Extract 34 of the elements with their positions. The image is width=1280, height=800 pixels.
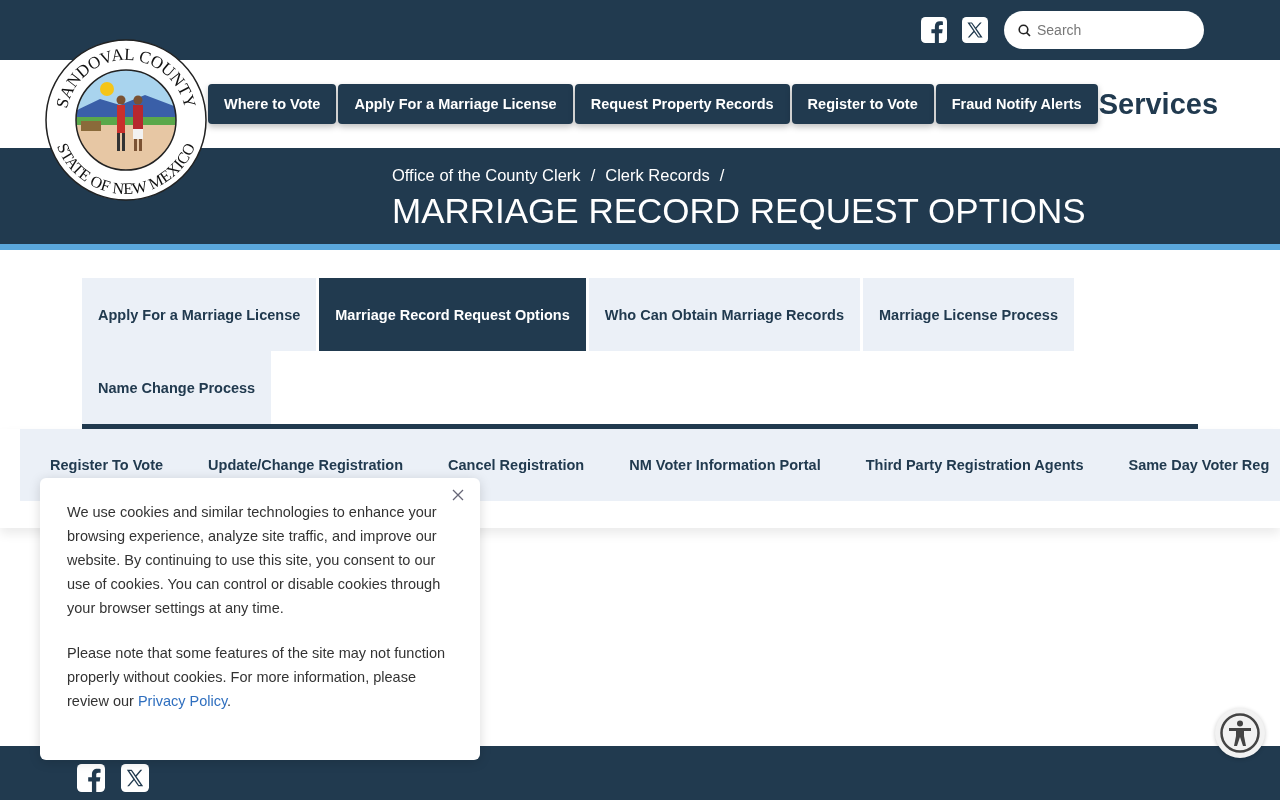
x-logo-icon[interactable] — [962, 17, 988, 43]
close-button[interactable] — [452, 489, 466, 503]
breadcrumb-link[interactable]: Clerk Records — [605, 165, 710, 185]
breadcrumb-separator: / — [719, 165, 725, 185]
voter-nav-link[interactable]: Third Party Registration Agents — [865, 457, 1084, 473]
x-logo-icon[interactable] — [121, 764, 149, 792]
breadcrumb-separator: / — [590, 165, 596, 185]
accessibility-icon — [1219, 712, 1261, 754]
breadcrumb-link[interactable]: Office of the County Clerk — [392, 165, 581, 185]
voter-nav-link[interactable]: Register To Vote — [50, 457, 164, 473]
voter-nav-link[interactable]: NM Voter Information Portal — [629, 457, 821, 473]
accessibility-button[interactable] — [1215, 708, 1265, 758]
search-field[interactable]: Search — [1004, 11, 1204, 49]
quick-link-button[interactable]: Register to Vote — [791, 84, 934, 124]
quick-link-button[interactable]: Apply For a Marriage License — [338, 84, 573, 124]
cookie-notice-text: We use cookies and similar technologies to enhance your browsing experience, analyze site traffic, and improve our website. By continuing to use this site, you consent to our use of cookies. You can control or disable cookies through your browser settings at any time. — [67, 503, 442, 618]
quick-link-button[interactable]: Fraud Notify Alerts — [935, 84, 1098, 124]
cookie-notice-text: Please note that some features of the site may not function properly without cookies. For more information, please review our Privacy Policy. — [67, 644, 447, 711]
page-title: MARRIAGE RECORD REQUEST OPTIONS — [392, 190, 1087, 231]
section-tab[interactable]: Marriage License Process — [863, 278, 1074, 351]
facebook-icon[interactable] — [77, 764, 105, 792]
voter-nav-link[interactable]: Same Day Voter Reg — [1128, 457, 1270, 473]
section-tab[interactable]: Marriage Record Request Options — [319, 278, 586, 351]
section-tab[interactable]: Who Can Obtain Marriage Records — [588, 278, 861, 351]
header-title: Services — [1098, 87, 1218, 121]
voter-nav-link[interactable]: Update/Change Registration — [208, 457, 404, 473]
section-tab[interactable]: Name Change Process — [82, 351, 272, 424]
section-tab[interactable]: Apply For a Marriage License — [82, 278, 317, 351]
quick-link-button[interactable]: Where to Vote — [208, 84, 337, 124]
close-icon — [452, 489, 464, 501]
search-icon — [1018, 24, 1031, 37]
voter-nav-link[interactable]: Cancel Registration — [448, 457, 585, 473]
facebook-icon[interactable] — [921, 17, 947, 43]
quick-link-button[interactable]: Request Property Records — [574, 84, 790, 124]
